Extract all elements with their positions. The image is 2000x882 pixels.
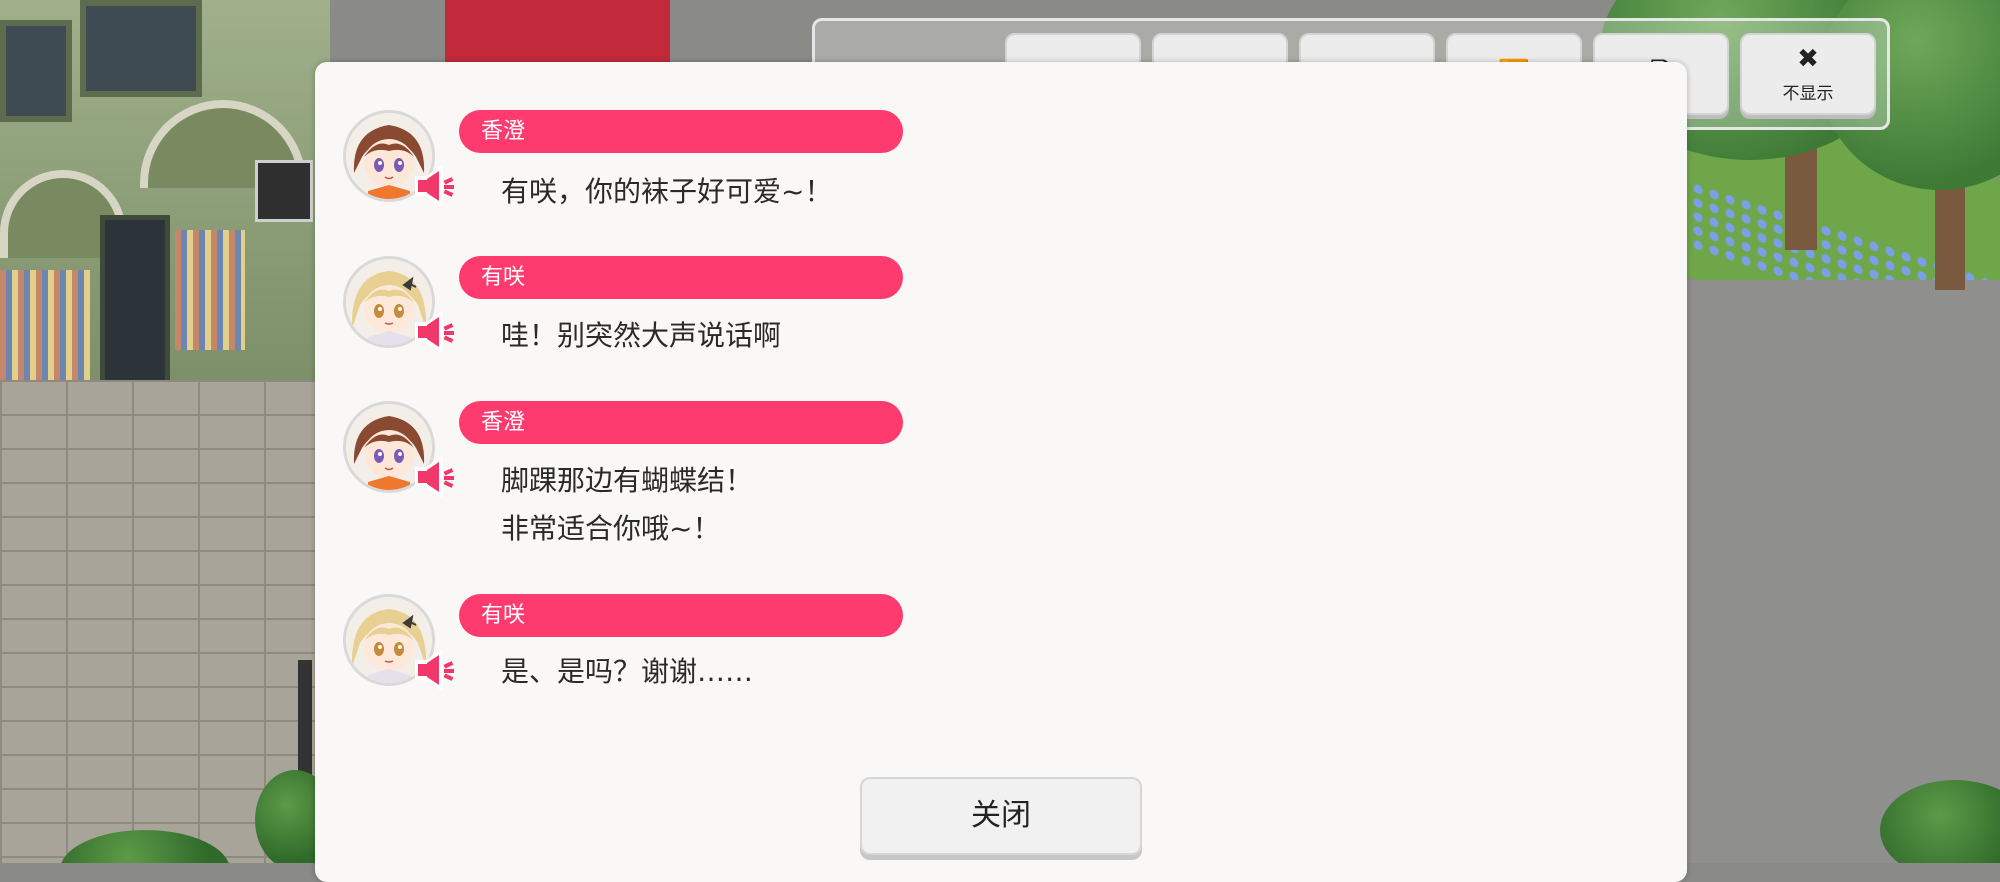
shop-building	[0, 0, 330, 405]
speaker-name-tag: 香澄	[459, 110, 903, 153]
dialogue-line: 脚踝那边有蝴蝶结！	[501, 464, 754, 497]
log-entry: 香澄 有咲，你的袜子好可爱~！	[343, 110, 943, 220]
hide-ui-button[interactable]: ✖ 不显示	[1740, 33, 1876, 115]
voice-replay-icon[interactable]	[414, 649, 455, 691]
dialogue-line: 非常适合你哦~！	[501, 512, 721, 545]
dialogue-line: 哇！别突然大声说话啊	[501, 319, 782, 352]
close-x-icon: ✖	[1797, 43, 1819, 74]
road	[1680, 280, 2000, 863]
speaker-name-tag: 有咲	[459, 256, 903, 299]
voice-replay-icon[interactable]	[414, 456, 455, 498]
dialogue-line: 是、是吗？谢谢……	[501, 655, 754, 688]
dialogue-line: 有咲，你的袜子好可爱~！	[501, 175, 833, 208]
hide-ui-label: 不显示	[1782, 83, 1834, 104]
dialogue-log-dialog: 香澄 有咲，你的袜子好可爱~！ 有咲 哇！别突然大声说话啊 香澄 脚踝那边有蝴蝶…	[315, 62, 1687, 882]
log-entry: 有咲 是、是吗？谢谢……	[343, 594, 943, 704]
log-entry: 有咲 哇！别突然大声说话啊	[343, 256, 943, 366]
speaker-name-tag: 有咲	[459, 594, 903, 637]
shop-sign	[445, 0, 670, 62]
log-entry: 香澄 脚踝那边有蝴蝶结！ 非常适合你哦~！	[343, 401, 943, 551]
voice-replay-icon[interactable]	[414, 311, 455, 353]
close-button[interactable]: 关闭	[860, 777, 1142, 855]
voice-replay-icon[interactable]	[414, 165, 455, 207]
speaker-name-tag: 香澄	[459, 401, 903, 444]
